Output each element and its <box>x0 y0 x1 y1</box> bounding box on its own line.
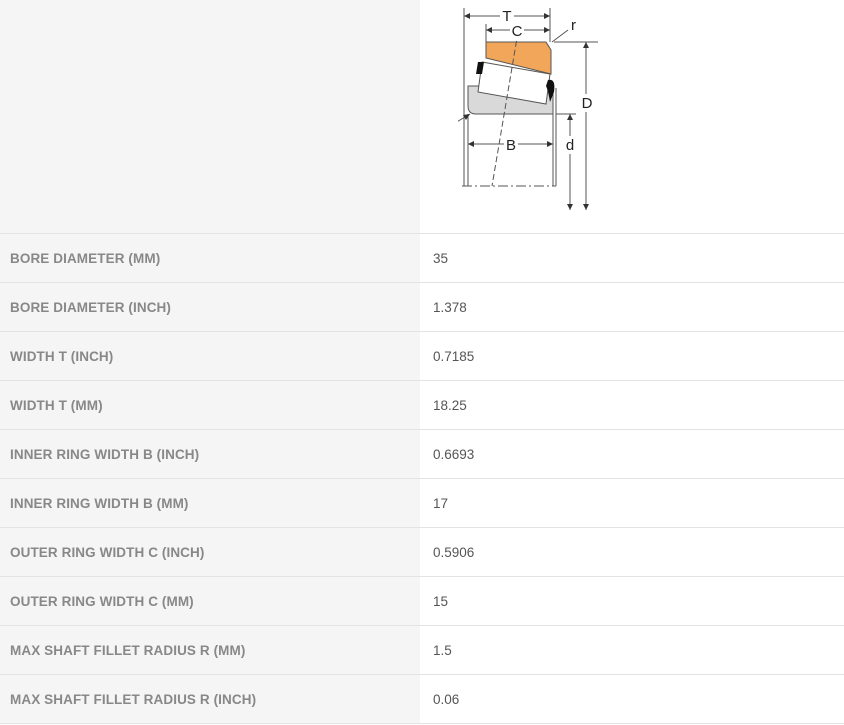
spec-value: 1.5 <box>420 625 844 675</box>
spec-value: 15 <box>420 576 844 626</box>
spec-label: MAX SHAFT FILLET RADIUS R (INCH) <box>0 674 420 724</box>
spec-row-outer-ring-width-c-inch: OUTER RING WIDTH C (INCH) 0.5906 <box>0 527 844 577</box>
spec-value: 0.5906 <box>420 527 844 577</box>
spec-row-outer-ring-width-c-mm: OUTER RING WIDTH C (MM) 15 <box>0 576 844 626</box>
r-leader <box>551 29 569 43</box>
spec-label: BORE DIAMETER (INCH) <box>0 282 420 332</box>
spec-label: BORE DIAMETER (MM) <box>0 233 420 283</box>
diagram-cell: T C r D d B <box>420 0 844 234</box>
spec-label: INNER RING WIDTH B (MM) <box>0 478 420 528</box>
t-label: T <box>502 8 511 25</box>
diagram-row: T C r D d B <box>0 0 844 234</box>
spec-label: WIDTH T (MM) <box>0 380 420 430</box>
spec-row-max-shaft-fillet-radius-mm: MAX SHAFT FILLET RADIUS R (MM) 1.5 <box>0 625 844 675</box>
d-bore-label: d <box>566 137 574 154</box>
spec-row-inner-ring-width-b-inch: INNER RING WIDTH B (INCH) 0.6693 <box>0 429 844 479</box>
d-outer-arrow-top <box>583 42 589 48</box>
spec-value: 0.06 <box>420 674 844 724</box>
r-label: r <box>571 17 576 34</box>
spec-row-width-t-inch: WIDTH T (INCH) 0.7185 <box>0 331 844 381</box>
b-arrow-left <box>468 141 474 147</box>
tapered-roller-bearing-diagram: T C r D d B <box>458 7 598 210</box>
spec-label: WIDTH T (INCH) <box>0 331 420 381</box>
spec-value: 0.7185 <box>420 331 844 381</box>
t-arrow-left <box>464 13 470 19</box>
diagram-label-cell <box>0 0 420 234</box>
d-outer-label: D <box>582 95 593 112</box>
spec-label: MAX SHAFT FILLET RADIUS R (MM) <box>0 625 420 675</box>
spec-row-width-t-mm: WIDTH T (MM) 18.25 <box>0 380 844 430</box>
spec-row-bore-diameter-mm: BORE DIAMETER (MM) 35 <box>0 233 844 283</box>
bearing-spec-table: T C r D d B BORE DIAMETER (MM) 35 BORE D… <box>0 0 844 724</box>
spec-row-max-shaft-fillet-radius-inch: MAX SHAFT FILLET RADIUS R (INCH) 0.06 <box>0 674 844 724</box>
spec-value: 0.6693 <box>420 429 844 479</box>
spec-label: OUTER RING WIDTH C (MM) <box>0 576 420 626</box>
d-bore-arrow-bottom <box>567 204 573 210</box>
spec-row-inner-ring-width-b-mm: INNER RING WIDTH B (MM) 17 <box>0 478 844 528</box>
c-arrow-left <box>486 27 492 33</box>
spec-label: INNER RING WIDTH B (INCH) <box>0 429 420 479</box>
d-outer-arrow-bottom <box>583 204 589 210</box>
c-label: C <box>512 23 523 40</box>
spec-value: 17 <box>420 478 844 528</box>
b-arrow-right <box>547 141 553 147</box>
t-arrow-right <box>544 13 550 19</box>
spec-label: OUTER RING WIDTH C (INCH) <box>0 527 420 577</box>
d-bore-arrow-top <box>567 114 573 120</box>
spec-value: 18.25 <box>420 380 844 430</box>
spec-value: 1.378 <box>420 282 844 332</box>
spec-value: 35 <box>420 233 844 283</box>
c-arrow-right <box>544 27 550 33</box>
spec-row-bore-diameter-inch: BORE DIAMETER (INCH) 1.378 <box>0 282 844 332</box>
b-label: B <box>506 137 516 154</box>
